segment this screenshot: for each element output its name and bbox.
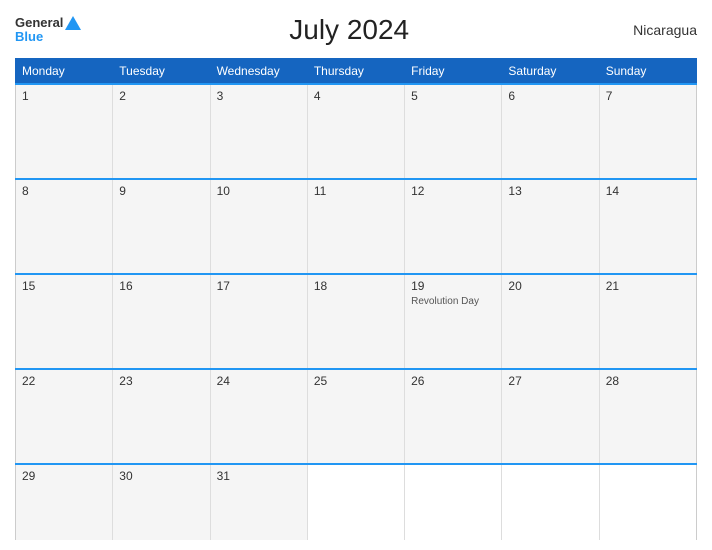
day-number: 23: [119, 374, 203, 388]
week-row-1: 1234567: [16, 84, 697, 179]
day-cell-4-0: 29: [16, 464, 113, 540]
day-cell-0-3: 4: [307, 84, 404, 179]
calendar-container: General Blue July 2024 Nicaragua Monday …: [0, 0, 712, 550]
week-row-5: 29 30 31: [16, 464, 697, 540]
day-cell-3-4: 26: [405, 369, 502, 464]
day-number: 9: [119, 184, 203, 198]
day-cell-2-4: 19 Revolution Day: [405, 274, 502, 369]
header-saturday: Saturday: [502, 59, 599, 85]
day-number: 13: [508, 184, 592, 198]
day-cell-2-6: 21: [599, 274, 696, 369]
day-number: 30: [119, 469, 203, 483]
day-cell-0-2: 3: [210, 84, 307, 179]
day-number: 16: [119, 279, 203, 293]
day-cell-3-1: 23: [113, 369, 210, 464]
day-cell-3-6: 28: [599, 369, 696, 464]
logo: General Blue: [15, 16, 81, 45]
day-number: 1: [22, 89, 106, 103]
day-cell-1-2: 10: [210, 179, 307, 274]
day-cell-0-1: 2: [113, 84, 210, 179]
day-cell-4-4: [405, 464, 502, 540]
day-number: 3: [217, 89, 301, 103]
day-number: 27: [508, 374, 592, 388]
calendar-table: Monday Tuesday Wednesday Thursday Friday…: [15, 58, 697, 540]
day-cell-3-0: 22: [16, 369, 113, 464]
day-cell-3-3: 25: [307, 369, 404, 464]
header: General Blue July 2024 Nicaragua: [15, 10, 697, 50]
day-cell-2-5: 20: [502, 274, 599, 369]
day-cell-4-6: [599, 464, 696, 540]
day-number: 19: [411, 279, 495, 293]
header-tuesday: Tuesday: [113, 59, 210, 85]
day-number: 21: [606, 279, 690, 293]
header-monday: Monday: [16, 59, 113, 85]
day-cell-2-2: 17: [210, 274, 307, 369]
week-row-4: 22 23 24 25 26 27 28: [16, 369, 697, 464]
day-number: 29: [22, 469, 106, 483]
logo-blue-text: Blue: [15, 30, 43, 44]
day-cell-1-5: 13: [502, 179, 599, 274]
day-cell-0-6: 7: [599, 84, 696, 179]
day-cell-4-2: 31: [210, 464, 307, 540]
event-label: Revolution Day: [411, 295, 495, 308]
day-number: 7: [606, 89, 690, 103]
day-number: 15: [22, 279, 106, 293]
header-sunday: Sunday: [599, 59, 696, 85]
day-cell-0-0: 1: [16, 84, 113, 179]
day-number: 8: [22, 184, 106, 198]
day-cell-1-4: 12: [405, 179, 502, 274]
country-label: Nicaragua: [617, 22, 697, 38]
month-title: July 2024: [81, 14, 617, 46]
logo-general-text: General: [15, 16, 63, 30]
day-cell-3-5: 27: [502, 369, 599, 464]
week-row-2: 89 10 11 12 13 14: [16, 179, 697, 274]
day-number: 28: [606, 374, 690, 388]
day-cell-3-2: 24: [210, 369, 307, 464]
day-cell-1-1: 9: [113, 179, 210, 274]
day-number: 5: [411, 89, 495, 103]
day-number: 20: [508, 279, 592, 293]
day-cell-2-1: 16: [113, 274, 210, 369]
day-cell-0-5: 6: [502, 84, 599, 179]
day-cell-0-4: 5: [405, 84, 502, 179]
day-number: 6: [508, 89, 592, 103]
day-cell-1-3: 11: [307, 179, 404, 274]
day-cell-2-3: 18: [307, 274, 404, 369]
day-cell-4-3: [307, 464, 404, 540]
day-number: 18: [314, 279, 398, 293]
header-friday: Friday: [405, 59, 502, 85]
day-number: 2: [119, 89, 203, 103]
header-thursday: Thursday: [307, 59, 404, 85]
day-number: 25: [314, 374, 398, 388]
day-number: 10: [217, 184, 301, 198]
day-number: 24: [217, 374, 301, 388]
week-row-3: 15 16 17 18 19 Revolution Day 20 21: [16, 274, 697, 369]
day-number: 12: [411, 184, 495, 198]
day-cell-4-1: 30: [113, 464, 210, 540]
day-number: 31: [217, 469, 301, 483]
day-cell-4-5: [502, 464, 599, 540]
weekday-header-row: Monday Tuesday Wednesday Thursday Friday…: [16, 59, 697, 85]
header-wednesday: Wednesday: [210, 59, 307, 85]
day-cell-1-6: 14: [599, 179, 696, 274]
day-number: 17: [217, 279, 301, 293]
day-number: 26: [411, 374, 495, 388]
logo-triangle-icon: [65, 16, 81, 30]
day-cell-1-0: 8: [16, 179, 113, 274]
day-number: 14: [606, 184, 690, 198]
day-number: 11: [314, 184, 398, 198]
day-cell-2-0: 15: [16, 274, 113, 369]
day-number: 4: [314, 89, 398, 103]
day-number: 22: [22, 374, 106, 388]
